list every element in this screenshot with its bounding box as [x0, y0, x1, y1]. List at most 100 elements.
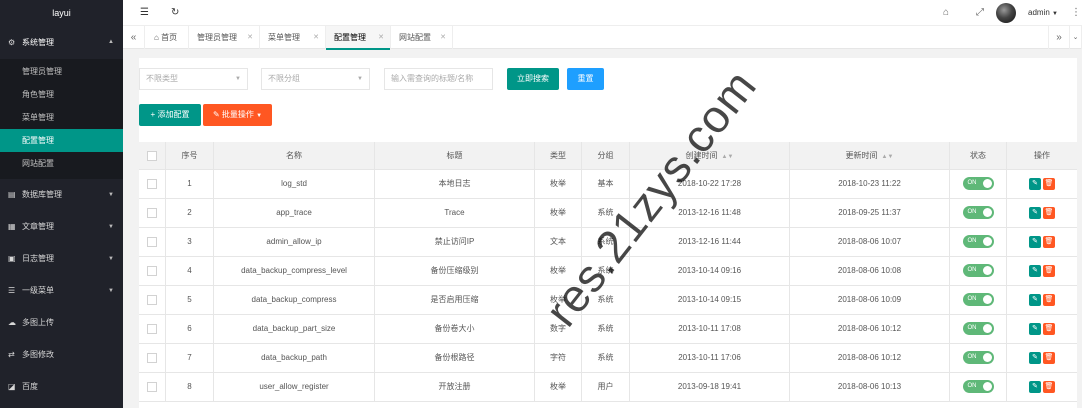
- reset-button[interactable]: 重置: [567, 68, 604, 90]
- toggle-label: ON: [967, 238, 977, 245]
- table-row: 2 app_trace Trace 枚举 系统 2013-12-16 11:48 2018-…: [139, 199, 1077, 228]
- edit-icon[interactable]: ✎: [1029, 293, 1041, 306]
- cell-title: 禁止访问IP: [375, 228, 535, 256]
- edit-icon[interactable]: ✎: [1029, 206, 1041, 219]
- select-all-checkbox[interactable]: [139, 142, 166, 169]
- refresh-icon[interactable]: ↻: [171, 0, 179, 26]
- header-updated[interactable]: 更新时间 ▲▼: [790, 142, 950, 169]
- nav-database[interactable]: ▤ 数据库管理 ▼: [0, 179, 123, 211]
- tag-icon[interactable]: ⌂: [943, 0, 949, 26]
- nav-upload[interactable]: ☁ 多图上传: [0, 307, 123, 339]
- user-menu[interactable]: admin ▼: [1028, 0, 1058, 26]
- nav-level1[interactable]: ☰ 一级菜单 ▼: [0, 275, 123, 307]
- cell-created: 2013-12-16 11:48: [630, 199, 790, 227]
- tab-admin[interactable]: 管理员管理 ✕: [189, 26, 260, 49]
- sort-icon[interactable]: ▲▼: [882, 154, 894, 160]
- edit-icon[interactable]: ✎: [1029, 322, 1041, 335]
- cell-created: 2013-09-18 19:41: [630, 373, 790, 401]
- status-toggle[interactable]: ON: [962, 293, 994, 307]
- sidebar-item-role[interactable]: 角色管理: [0, 83, 123, 106]
- chevron-down-icon: ▼: [108, 224, 114, 230]
- sort-icon[interactable]: ▲▼: [722, 154, 734, 160]
- status-toggle[interactable]: ON: [962, 235, 994, 249]
- cell-type: 枚举: [535, 170, 582, 198]
- sidebar-item-menu[interactable]: 菜单管理: [0, 106, 123, 129]
- row-checkbox[interactable]: [139, 373, 166, 401]
- tabs-next-icon[interactable]: »: [1048, 26, 1070, 49]
- delete-icon[interactable]: 🗑: [1043, 293, 1055, 306]
- status-toggle[interactable]: ON: [962, 206, 994, 220]
- nav-baidu[interactable]: ◪ 百度: [0, 371, 123, 403]
- add-config-button[interactable]: + 添加配置: [139, 104, 201, 126]
- delete-icon[interactable]: 🗑: [1043, 206, 1055, 219]
- row-checkbox[interactable]: [139, 170, 166, 198]
- nav-system[interactable]: ⚙ 系统管理 ▲: [0, 26, 123, 59]
- nav-article[interactable]: ▦ 文章管理 ▼: [0, 211, 123, 243]
- edit-icon[interactable]: ✎: [1029, 264, 1041, 277]
- close-icon[interactable]: ✕: [247, 26, 253, 49]
- status-toggle[interactable]: ON: [962, 351, 994, 365]
- cell-name: data_backup_path: [214, 344, 375, 372]
- sidebar-item-config[interactable]: 配置管理: [0, 129, 123, 152]
- close-icon[interactable]: ✕: [313, 26, 319, 49]
- type-select[interactable]: 不限类型 ▼: [139, 68, 248, 90]
- tab-home[interactable]: ⌂ 首页: [145, 26, 189, 49]
- actions-cell: ✎ 🗑: [1007, 257, 1077, 285]
- edit-icon[interactable]: ✎: [1029, 380, 1041, 393]
- logo[interactable]: layui: [0, 0, 123, 26]
- gear-icon: ⚙: [8, 38, 16, 47]
- cell-no: 7: [166, 344, 214, 372]
- close-icon[interactable]: ✕: [378, 26, 384, 49]
- row-checkbox[interactable]: [139, 199, 166, 227]
- group-select[interactable]: 不限分组 ▼: [261, 68, 370, 90]
- edit-icon[interactable]: ✎: [1029, 177, 1041, 190]
- row-checkbox[interactable]: [139, 344, 166, 372]
- batch-action-button[interactable]: ✎ 批量操作 ▼: [203, 104, 272, 126]
- row-checkbox[interactable]: [139, 257, 166, 285]
- more-icon[interactable]: ⋮: [1071, 0, 1081, 26]
- header-title: 标题: [375, 142, 535, 169]
- status-toggle[interactable]: ON: [962, 380, 994, 394]
- close-icon[interactable]: ✕: [440, 26, 446, 49]
- chevron-down-icon: ▼: [108, 192, 114, 198]
- table-row: 7 data_backup_path 备份根路径 字符 系统 2013-10-11 17:…: [139, 344, 1077, 373]
- tab-config[interactable]: 配置管理 ✕: [326, 26, 391, 50]
- delete-icon[interactable]: 🗑: [1043, 264, 1055, 277]
- fullscreen-icon[interactable]: ⤢: [976, 0, 984, 26]
- sidebar-item-site[interactable]: 网站配置: [0, 152, 123, 175]
- cell-created: 2013-12-16 11:44: [630, 228, 790, 256]
- cell-title: 开放注册: [375, 373, 535, 401]
- toggle-label: ON: [967, 267, 977, 274]
- tab-bar: « ⌂ 首页 管理员管理 ✕ 菜单管理 ✕ 配置管理 ✕ 网站配置 ✕ » ⌄: [123, 26, 1082, 50]
- header-created[interactable]: 创建时间 ▲▼: [630, 142, 790, 169]
- delete-icon[interactable]: 🗑: [1043, 351, 1055, 364]
- delete-icon[interactable]: 🗑: [1043, 322, 1055, 335]
- tabs-dropdown-icon[interactable]: ⌄: [1070, 26, 1082, 49]
- nav-edit-images[interactable]: ⇄ 多图修改: [0, 339, 123, 371]
- nav-log[interactable]: ▣ 日志管理 ▼: [0, 243, 123, 275]
- delete-icon[interactable]: 🗑: [1043, 380, 1055, 393]
- delete-icon[interactable]: 🗑: [1043, 235, 1055, 248]
- search-button[interactable]: 立即搜索: [507, 68, 559, 90]
- delete-icon[interactable]: 🗑: [1043, 177, 1055, 190]
- edit-icon[interactable]: ✎: [1029, 235, 1041, 248]
- row-checkbox[interactable]: [139, 286, 166, 314]
- status-toggle[interactable]: ON: [962, 177, 994, 191]
- collapse-menu-icon[interactable]: ☰: [140, 0, 149, 26]
- row-checkbox[interactable]: [139, 228, 166, 256]
- cell-group: 系统: [582, 344, 630, 372]
- edit-icon[interactable]: ✎: [1029, 351, 1041, 364]
- tab-menu[interactable]: 菜单管理 ✕: [260, 26, 326, 49]
- avatar[interactable]: [996, 3, 1016, 23]
- search-input[interactable]: 输入需查询的标题/名称: [384, 68, 493, 90]
- sidebar-item-admin[interactable]: 管理员管理: [0, 60, 123, 83]
- row-checkbox[interactable]: [139, 315, 166, 343]
- tabs-prev-icon[interactable]: «: [123, 26, 145, 49]
- cell-no: 6: [166, 315, 214, 343]
- cell-no: 4: [166, 257, 214, 285]
- table-row: 6 data_backup_part_size 备份卷大小 数字 系统 2013-10-1…: [139, 315, 1077, 344]
- tab-site[interactable]: 网站配置 ✕: [391, 26, 453, 49]
- status-toggle[interactable]: ON: [962, 264, 994, 278]
- cell-no: 8: [166, 373, 214, 401]
- status-toggle[interactable]: ON: [962, 322, 994, 336]
